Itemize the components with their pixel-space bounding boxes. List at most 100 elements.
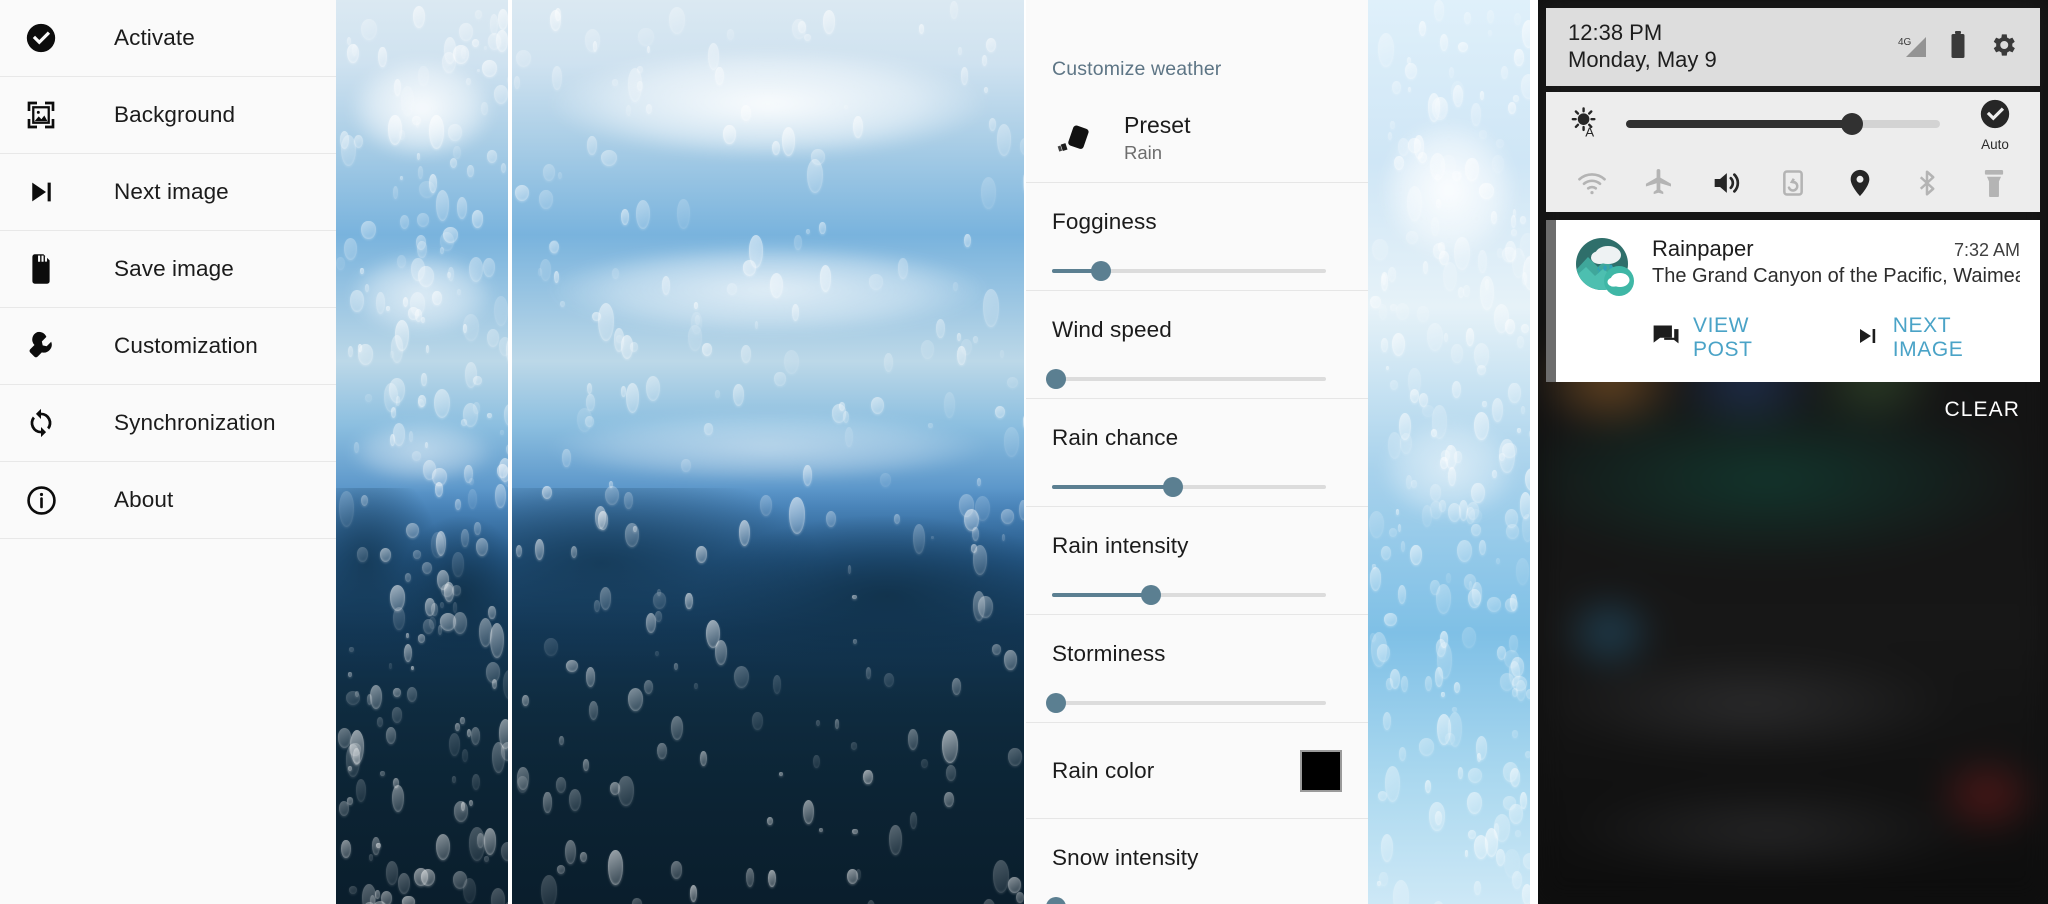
skip-next-icon	[1854, 324, 1880, 353]
slider-fill	[1626, 120, 1853, 128]
storminess-slider[interactable]	[1046, 693, 1326, 713]
slider-row-fogginess[interactable]: Fogginess	[1026, 183, 1368, 291]
app-screenshot: Activate Background Next image Save imag…	[0, 0, 2048, 904]
panel-header: Customize weather	[1052, 58, 1222, 80]
rain-color-swatch[interactable]	[1300, 749, 1342, 792]
sidebar-item-label: Next image	[114, 179, 229, 204]
sidebar-item-background[interactable]: Background	[0, 77, 336, 154]
sidebar-item-save-image[interactable]: Save image	[0, 231, 336, 308]
fogginess-slider[interactable]	[1052, 261, 1326, 281]
sidebar-item-label: About	[114, 487, 174, 512]
snow-intensity-slider[interactable]	[1046, 897, 1326, 904]
notification-title-row: Rainpaper 7:32 AM	[1652, 236, 2020, 262]
wallpaper-preview-right	[1368, 0, 1530, 904]
slider-label: Wind speed	[1052, 317, 1172, 342]
status-icon-group: 4G	[1898, 30, 2018, 65]
action-label: NEXT IMAGE	[1892, 314, 1964, 361]
preset-row[interactable]: Preset Rain	[1026, 95, 1368, 183]
quick-toggle-row	[1546, 156, 2040, 210]
check-circle-icon	[14, 11, 68, 65]
slider-row-snow-intensity[interactable]: Snow intensity	[1026, 819, 1368, 904]
customize-weather-panel: Customize weather Preset Rain Fogginess	[1026, 0, 1368, 904]
wrench-icon	[14, 319, 68, 373]
auto-label: Auto	[1981, 136, 2009, 152]
location-icon[interactable]	[1838, 161, 1882, 205]
notification-time: 7:32 AM	[1953, 240, 2020, 260]
wallpaper-preview-main[interactable]	[512, 0, 1024, 904]
slider-label: Rain intensity	[1052, 533, 1189, 558]
sidebar-item-synchronization[interactable]: Synchronization	[0, 385, 336, 462]
slider-thumb[interactable]	[1091, 261, 1112, 281]
status-time: 12:38 PM	[1568, 20, 1663, 46]
rain-color-row[interactable]: Rain color	[1026, 723, 1368, 819]
notification-card-wrapper: Rainpaper 7:32 AM The Grand Canyon of th…	[1546, 220, 2040, 382]
slider-thumb[interactable]	[1046, 693, 1067, 713]
svg-text:A: A	[1585, 124, 1594, 138]
preset-title: Preset	[1124, 111, 1191, 138]
view-post-action[interactable]: VIEW POST	[1652, 314, 1808, 362]
slider-label: Rain chance	[1052, 425, 1179, 450]
info-circle-icon	[14, 473, 68, 527]
slider-row-wind-speed[interactable]: Wind speed	[1026, 291, 1368, 399]
sidebar-item-about[interactable]: About	[0, 462, 336, 539]
rotate-lock-icon[interactable]	[1771, 161, 1815, 205]
rain-chance-slider[interactable]	[1052, 477, 1326, 497]
volume-icon[interactable]	[1704, 161, 1748, 205]
status-bar-panel: 12:38 PM Monday, May 9 4G	[1546, 8, 2040, 86]
slider-thumb[interactable]	[1841, 113, 1864, 135]
battery-icon	[1950, 30, 1966, 64]
wallpaper-raindrops	[1368, 0, 1530, 904]
slider-row-storminess[interactable]: Storminess	[1026, 615, 1368, 723]
sidebar-item-activate[interactable]: Activate	[0, 0, 336, 77]
brightness-slider[interactable]	[1626, 113, 1940, 135]
wallpaper-raindrops	[336, 0, 508, 904]
rain-color-label: Rain color	[1052, 757, 1155, 783]
clear-notifications-button[interactable]: CLEAR	[1944, 398, 2020, 422]
preset-value: Rain	[1124, 142, 1163, 164]
android-notification-shade: 12:38 PM Monday, May 9 4G A Auto Rainpap…	[1538, 0, 2048, 904]
slider-thumb[interactable]	[1046, 369, 1067, 389]
check-circle-icon	[1978, 97, 2012, 136]
next-image-action[interactable]: NEXT IMAGE	[1854, 314, 2020, 362]
slider-row-rain-intensity[interactable]: Rain intensity	[1026, 507, 1368, 615]
wallpaper-raindrops	[512, 0, 1024, 904]
notification-card[interactable]: Rainpaper 7:32 AM The Grand Canyon of th…	[1556, 220, 2040, 382]
notification-text: The Grand Canyon of the Pacific, Waimea …	[1652, 265, 2020, 287]
sidebar-item-customization[interactable]: Customization	[0, 308, 336, 385]
wifi-icon[interactable]	[1570, 161, 1614, 205]
sidebar-item-next-image[interactable]: Next image	[0, 154, 336, 231]
sidebar-item-label: Save image	[114, 256, 234, 281]
image-crop-icon	[14, 88, 68, 142]
rainpaper-app-icon	[1574, 236, 1636, 298]
bluetooth-icon[interactable]	[1905, 161, 1949, 205]
navigation-drawer: Activate Background Next image Save imag…	[0, 0, 336, 904]
sidebar-item-label: Background	[114, 102, 236, 127]
slider-thumb[interactable]	[1162, 477, 1183, 497]
rain-intensity-slider[interactable]	[1052, 585, 1326, 605]
auto-brightness-toggle[interactable]: Auto	[1966, 97, 2024, 152]
slider-fill	[1052, 593, 1151, 597]
action-label: VIEW POST	[1693, 314, 1753, 361]
slider-row-rain-chance[interactable]: Rain chance	[1026, 399, 1368, 507]
slider-thumb[interactable]	[1046, 897, 1067, 904]
comment-icon	[1652, 323, 1680, 354]
notification-app-name: Rainpaper	[1652, 236, 1754, 261]
sd-card-save-icon	[14, 242, 68, 296]
airplane-icon[interactable]	[1637, 161, 1681, 205]
skip-next-icon	[14, 165, 68, 219]
brightness-auto-icon: A	[1568, 105, 1602, 144]
brightness-row: A Auto	[1546, 92, 2040, 156]
clock-block: 12:38 PM Monday, May 9	[1568, 20, 1717, 74]
flashlight-icon[interactable]	[1972, 161, 2016, 205]
gear-icon[interactable]	[1988, 30, 2018, 65]
palette-swatch-icon	[1052, 122, 1096, 156]
wallpaper-preview-left	[336, 0, 508, 904]
notification-body: Rainpaper 7:32 AM The Grand Canyon of th…	[1652, 236, 2020, 288]
wind-speed-slider[interactable]	[1046, 369, 1326, 389]
slider-track	[1052, 701, 1326, 705]
sidebar-item-label: Synchronization	[114, 410, 276, 435]
slider-label: Storminess	[1052, 641, 1166, 666]
sync-icon	[14, 396, 68, 450]
slider-label: Snow intensity	[1052, 845, 1199, 870]
slider-thumb[interactable]	[1140, 585, 1161, 605]
